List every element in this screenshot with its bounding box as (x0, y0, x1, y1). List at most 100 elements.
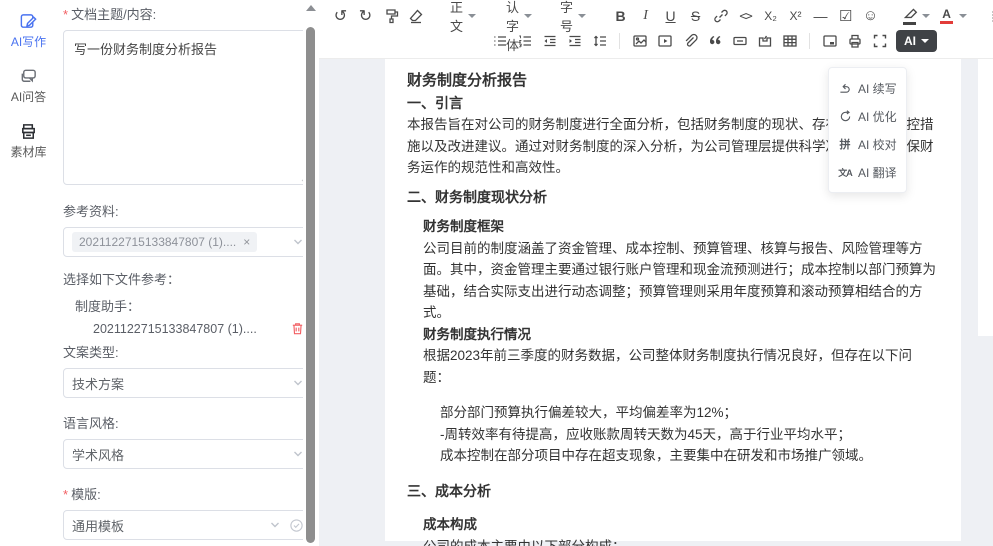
superscript-icon[interactable]: X² (784, 4, 807, 27)
outdent-icon[interactable] (538, 29, 561, 52)
doc-type-label: 文案类型: (63, 342, 313, 361)
file-group-label: 制度助手： (75, 296, 313, 315)
tag-close-icon[interactable]: × (243, 235, 250, 249)
editor-toolbar: ↺ ↻ 正文 默认字体 字号 B (319, 0, 993, 59)
scrollbar-thumb[interactable] (306, 27, 315, 543)
caret-down-icon (578, 14, 586, 18)
style-select[interactable]: 学术风格 (63, 439, 313, 469)
scroll-up-arrow-icon[interactable] (306, 5, 316, 11)
doc-list-item: 成本控制在部分项目中存在超支现象，主要集中在研发和市场推广领域。 (440, 445, 939, 467)
doc-paragraph: 公司的成本主要由以下部分构成： (423, 536, 939, 546)
bullet-list-icon[interactable] (488, 29, 511, 52)
file-row: 2021122715133847807 (1).... (93, 321, 313, 336)
panel-scrollbar[interactable] (303, 0, 319, 546)
nav-label: AI问答 (11, 88, 46, 105)
align-icon[interactable] (986, 4, 993, 27)
continue-writing-icon (838, 81, 852, 95)
ai-dropdown-menu: AI 续写 AI 优化 拼 AI 校对 文A AI 翻译 (828, 67, 907, 193)
edit-document-icon (19, 12, 38, 31)
menu-item-ai-translate[interactable]: 文A AI 翻译 (829, 158, 906, 186)
style-label: 语言风格: (63, 413, 313, 432)
caret-down-icon[interactable] (922, 14, 930, 18)
highlight-pen-icon[interactable] (898, 4, 921, 27)
chat-bubbles-icon (19, 67, 38, 86)
style-value: 学术风格 (72, 445, 124, 464)
emoji-icon[interactable]: ☺ (859, 4, 882, 27)
toolbar-row-2: AI (328, 28, 987, 53)
file-name: 2021122715133847807 (1).... (93, 322, 290, 336)
indent-icon[interactable] (563, 29, 586, 52)
attachment-icon[interactable] (678, 29, 701, 52)
template-label: *模版: (63, 484, 313, 503)
checkbox-icon[interactable]: ☑ (834, 4, 857, 27)
embed-frame-icon[interactable] (818, 29, 841, 52)
required-mark: * (63, 7, 68, 22)
menu-item-ai-optimize[interactable]: AI 优化 (829, 102, 906, 130)
undo-icon[interactable]: ↺ (329, 4, 352, 27)
caret-down-icon (524, 14, 532, 18)
paragraph-style-select[interactable]: 正文 (442, 4, 484, 27)
link-icon[interactable] (709, 4, 732, 27)
doc-type-select[interactable]: 技术方案 (63, 368, 313, 398)
menu-item-ai-proofread[interactable]: 拼 AI 校对 (829, 130, 906, 158)
font-family-select[interactable]: 默认字体 (498, 4, 540, 27)
nav-label: 素材库 (10, 143, 46, 160)
code-block-icon[interactable] (753, 29, 776, 52)
strikethrough-icon[interactable]: S (684, 4, 707, 27)
divider-block-icon[interactable] (728, 29, 751, 52)
doc-paragraph: 公司目前的制度涵盖了资金管理、成本控制、预算管理、核算与报告、风险管理等方面。其… (423, 238, 939, 324)
template-value: 通用模板 (72, 516, 124, 535)
proofread-icon: 拼 (838, 137, 852, 151)
doc-paragraph: 根据2023年前三季度的财务数据，公司整体财务制度执行情况良好，但存在以下问题： (423, 345, 939, 388)
insert-table-icon[interactable] (778, 29, 801, 52)
horizontal-rule-icon[interactable]: ― (809, 4, 832, 27)
editor-scroll-track[interactable] (978, 59, 993, 336)
font-color-icon[interactable]: A (935, 4, 958, 27)
line-height-icon[interactable] (588, 29, 611, 52)
doc-subheading: 财务制度执行情况 (423, 324, 939, 346)
reference-label: 参考资料: (63, 201, 313, 220)
file-hint-label: 选择如下文件参考： (63, 269, 313, 288)
ai-menu-button[interactable]: AI (896, 30, 937, 52)
toolbar-row-1: ↺ ↻ 正文 默认字体 字号 B (328, 3, 987, 28)
fullscreen-icon[interactable] (868, 29, 891, 52)
caret-down-icon (921, 39, 929, 43)
ai-writing-form: *文档主题/内容: 写一份财务制度分析报告 参考资料: 202112271513… (57, 0, 319, 546)
ordered-list-icon[interactable] (513, 29, 536, 52)
required-mark: * (63, 487, 68, 502)
eraser-icon[interactable] (404, 4, 427, 27)
format-painter-icon[interactable] (379, 4, 402, 27)
nav-item-ai-writing[interactable]: AI写作 (11, 12, 46, 50)
app-window: AI写作 AI问答 素材库 *文档主题/内容: 写一份财务制度分析报告 (0, 0, 993, 546)
template-select[interactable]: 通用模板 (63, 510, 313, 540)
doc-heading: 三、成本分析 (407, 481, 939, 503)
doc-subheading: 财务制度框架 (423, 216, 939, 238)
library-icon (19, 122, 38, 141)
nav-rail: AI写作 AI问答 素材库 (0, 0, 57, 546)
menu-item-ai-continue[interactable]: AI 续写 (829, 74, 906, 102)
nav-item-material-library[interactable]: 素材库 (10, 122, 46, 160)
topic-textarea[interactable]: 写一份财务制度分析报告 (63, 30, 313, 185)
font-size-select[interactable]: 字号 (552, 4, 594, 27)
chevron-down-icon (269, 519, 281, 531)
underline-icon[interactable]: U (659, 4, 682, 27)
topic-label: *文档主题/内容: (63, 4, 313, 23)
inline-code-icon[interactable]: <> (734, 4, 757, 27)
doc-list-item: -周转效率有待提高，应收账款周转天数为45天，高于行业平均水平； (440, 424, 939, 446)
optimize-icon (838, 109, 852, 123)
insert-video-icon[interactable] (653, 29, 676, 52)
blockquote-icon[interactable] (703, 29, 726, 52)
reference-select[interactable]: 2021122715133847807 (1).... × (63, 227, 313, 257)
subscript-icon[interactable]: X₂ (759, 4, 782, 27)
bold-icon[interactable]: B (609, 4, 632, 27)
redo-icon[interactable]: ↻ (354, 4, 377, 27)
italic-icon[interactable]: I (634, 4, 657, 27)
doc-type-value: 技术方案 (72, 374, 124, 393)
doc-subheading: 成本构成 (423, 514, 939, 536)
caret-down-icon[interactable] (959, 14, 967, 18)
reference-tag: 2021122715133847807 (1).... × (72, 232, 257, 252)
nav-item-ai-qa[interactable]: AI问答 (11, 67, 46, 105)
insert-image-icon[interactable] (628, 29, 651, 52)
print-icon[interactable] (843, 29, 866, 52)
circle-check-icon (289, 518, 304, 533)
